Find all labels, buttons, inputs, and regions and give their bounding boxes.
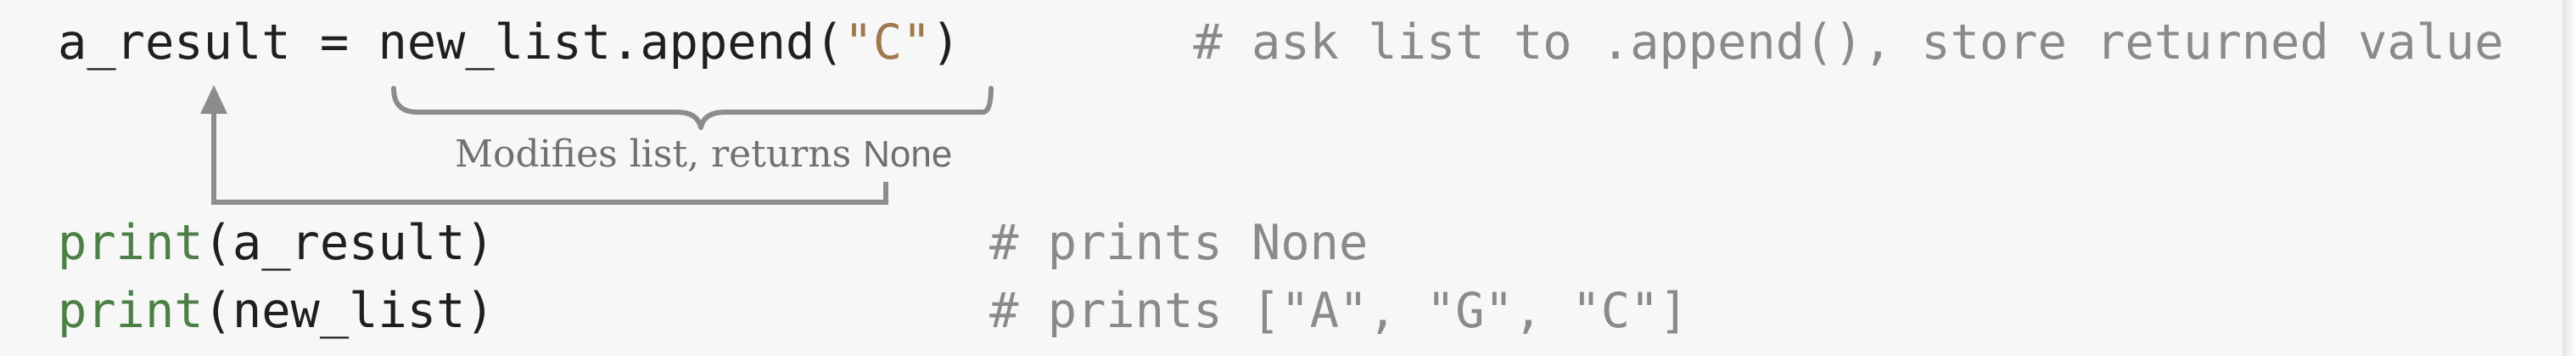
curly-brace bbox=[391, 86, 994, 130]
arrowhead-icon bbox=[200, 85, 227, 114]
annotation-none: None bbox=[863, 133, 953, 175]
brace-annotation: Modifies list, returns None bbox=[455, 129, 952, 180]
annotation-text: Modifies list, returns bbox=[455, 133, 864, 176]
annotation-graphics bbox=[200, 85, 994, 205]
